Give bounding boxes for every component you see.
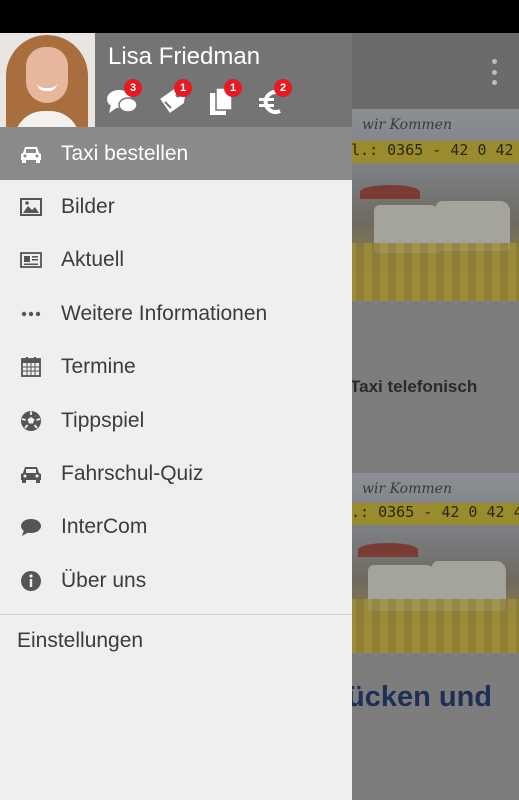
menu-item-label: Taxi bestellen xyxy=(61,141,189,165)
soccer-ball-icon xyxy=(18,408,44,434)
menu-item-bilder[interactable]: Bilder xyxy=(0,180,352,233)
menu-item-label: Bilder xyxy=(61,195,115,219)
calendar-icon xyxy=(18,354,44,380)
image-icon xyxy=(18,194,44,220)
car-icon xyxy=(18,141,44,167)
status-bar xyxy=(0,0,519,33)
partial-text: Taxi telefonisch xyxy=(350,377,478,396)
menu-item-tippspiel[interactable]: Tippspiel xyxy=(0,394,352,447)
menu-item-label: Über uns xyxy=(61,568,147,592)
photo-script-text: wir Kommen xyxy=(362,117,452,133)
menu-item-einstellungen[interactable]: Einstellungen xyxy=(0,615,352,667)
taxi-photo[interactable]: wir Kommen el.: 0365 - 42 0 42 42 xyxy=(340,109,519,301)
menu-item-label: Termine xyxy=(61,355,136,379)
info-icon xyxy=(18,568,44,594)
menu-item-termine[interactable]: Termine xyxy=(0,341,352,394)
user-name: Lisa Friedman xyxy=(108,43,261,70)
menu-item-ueber-uns[interactable]: Über uns xyxy=(0,554,352,607)
documents-icon[interactable]: 1 xyxy=(206,79,242,117)
menu-item-aktuell[interactable]: Aktuell xyxy=(0,234,352,287)
settings-label: Einstellungen xyxy=(17,628,144,652)
profile-header: Lisa Friedman 3 1 1 2 xyxy=(0,33,352,127)
taxi-photo-2[interactable]: wir Kommen l.: 0365 - 42 0 42 42 xyxy=(340,473,519,653)
badge-count: 3 xyxy=(124,79,142,97)
more-dots-icon xyxy=(18,301,44,327)
menu-item-taxi-bestellen[interactable]: Taxi bestellen xyxy=(0,127,352,181)
euro-icon[interactable]: 2 xyxy=(256,79,292,117)
overflow-menu-icon[interactable] xyxy=(489,59,499,85)
newspaper-icon xyxy=(18,247,44,273)
menu-item-fahrschul-quiz[interactable]: Fahrschul-Quiz xyxy=(0,447,352,500)
partial-heading: ücken und xyxy=(347,681,493,713)
menu-item-weitere-informationen[interactable]: Weitere Informationen xyxy=(0,287,352,340)
car-icon xyxy=(18,461,44,487)
menu-item-label: Tippspiel xyxy=(61,408,145,432)
drawer-menu: Taxi bestellen Bilder Aktuell Weitere In… xyxy=(0,127,352,667)
avatar[interactable] xyxy=(0,33,95,127)
navigation-drawer: Lisa Friedman 3 1 1 2 Taxi bestellen Bil… xyxy=(0,33,352,800)
menu-item-label: Weitere Informationen xyxy=(61,301,268,325)
badge-count: 1 xyxy=(224,79,242,97)
menu-item-label: InterCom xyxy=(61,515,148,539)
notification-badges: 3 1 1 2 xyxy=(106,79,306,117)
chat-bubbles-icon[interactable]: 3 xyxy=(106,79,142,117)
speech-bubble-icon xyxy=(18,514,44,540)
menu-item-label: Fahrschul-Quiz xyxy=(61,462,204,486)
photo-phone-banner: l.: 0365 - 42 0 42 42 xyxy=(340,503,519,525)
photo-script-text: wir Kommen xyxy=(362,481,452,497)
photo-phone-banner: el.: 0365 - 42 0 42 42 xyxy=(340,141,519,163)
menu-item-label: Aktuell xyxy=(61,248,125,272)
badge-count: 1 xyxy=(174,79,192,97)
menu-item-intercom[interactable]: InterCom xyxy=(0,501,352,554)
tag-icon[interactable]: 1 xyxy=(156,79,192,117)
badge-count: 2 xyxy=(274,79,292,97)
